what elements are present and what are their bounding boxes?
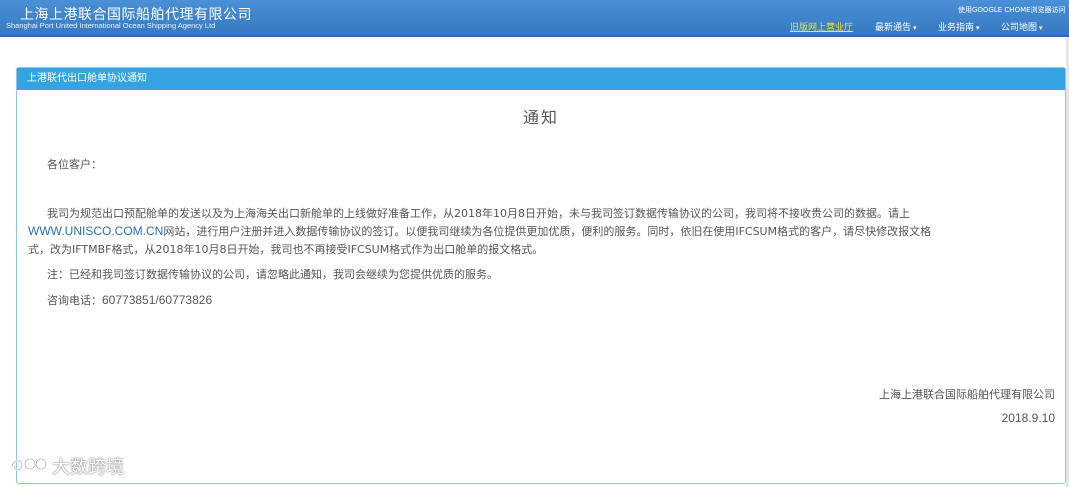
paragraph-line-3: 式，改为IFTMBF格式，从2018年10月8日开始，我司也不再接受IFCSUM… [28,243,544,256]
nav-company-map[interactable]: 公司地图 ▾ [1001,20,1043,33]
nav-latest-notice[interactable]: 最新通告 ▾ [875,20,917,33]
note-text: 注：已经和我司签订数据传输协议的公司，请忽略此通知，我司会继续为您提供优质的服务… [47,268,498,281]
signature: 上海上港联合国际船舶代理有限公司 [879,388,1055,401]
phone-number: 60773851/60773826 [102,293,213,307]
chevron-down-icon: ▾ [1039,24,1043,32]
paragraph-line-2: WWW.UNISCO.COM.CN网站，进行用户注册并进入数据传输协议的签订。以… [28,223,931,239]
nav-company-map-label: 公司地图 [1001,23,1038,33]
top-header-bar: 上海上港联合国际船舶代理有限公司 Shanghai Port United In… [0,0,1069,37]
watermark: 大数跨境 [8,453,124,482]
notice-panel: 上港联代出口舱单协议通知 通知 各位客户： 我司为规范出口预配舱单的发送以及为上… [16,67,1066,484]
notice-title: 通知 [522,108,559,127]
chevron-down-icon: ▾ [913,24,917,32]
phone-line: 咨询电话：60773851/60773826 [47,292,212,308]
chevron-down-icon: ▾ [976,24,980,32]
greeting: 各位客户： [47,158,102,171]
nav-latest-notice-label: 最新通告 [875,23,912,33]
nav-business-guide[interactable]: 业务指南 ▾ [938,20,980,33]
nav-old-business-hall[interactable]: 旧版网上营业厅 [790,20,853,33]
notice-date: 2018.9.10 [1001,411,1055,425]
company-name-en: Shanghai Port United International Ocean… [6,21,216,30]
watermark-logo-icon [8,455,48,482]
watermark-text: 大数跨境 [52,457,124,478]
paragraph-line-2-text: 网站，进行用户注册并进入数据传输协议的签订。以便我司继续为各位提供更加优质，便利… [163,225,932,238]
panel-heading: 上港联代出口舱单协议通知 [17,68,1065,90]
browser-tip: 使用GOOGLE CHOME浏览器访问 [958,6,1066,14]
phone-label: 咨询电话： [47,294,102,307]
nav-business-guide-label: 业务指南 [938,23,975,33]
unisco-website-link[interactable]: WWW.UNISCO.COM.CN [28,224,163,238]
paragraph-line-1: 我司为规范出口预配舱单的发送以及为上海海关出口新舱单的上线做好准备工作，从201… [47,207,910,220]
